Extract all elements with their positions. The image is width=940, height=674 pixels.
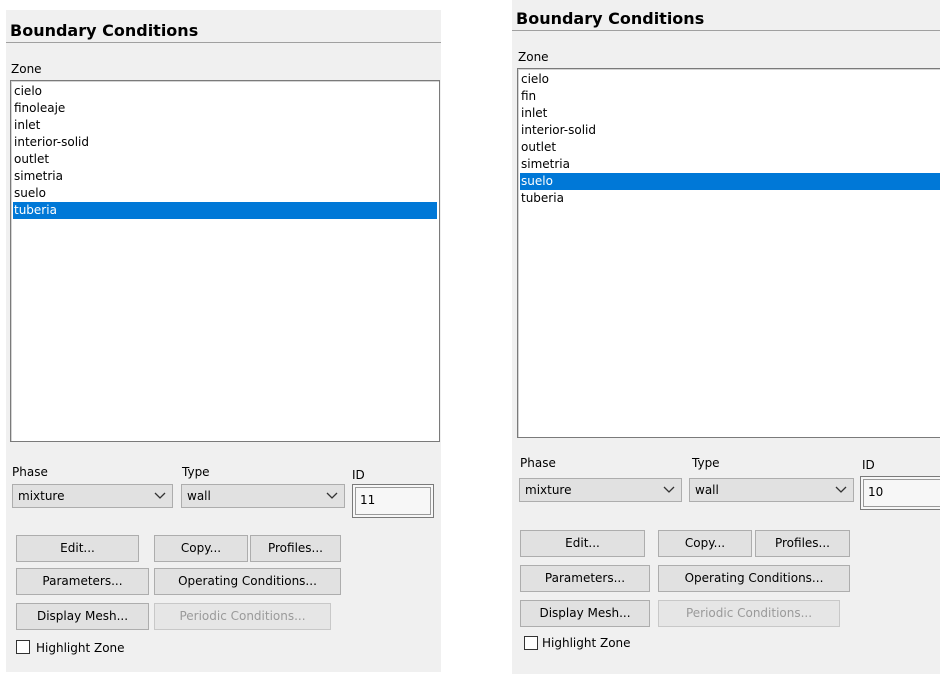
phase-label: Phase [520, 456, 556, 470]
zone-list-item[interactable]: simetria [520, 156, 940, 173]
display-mesh-button[interactable]: Display Mesh... [520, 600, 650, 627]
zone-list-item[interactable]: inlet [520, 105, 940, 122]
highlight-zone-checkbox[interactable] [16, 640, 30, 654]
edit-button[interactable]: Edit... [16, 535, 139, 562]
title-divider [6, 42, 441, 43]
id-value: 11 [360, 493, 376, 507]
zone-list-item[interactable]: tuberia [520, 190, 940, 207]
zone-list-item[interactable]: finoleaje [13, 100, 437, 117]
profiles-button[interactable]: Profiles... [250, 535, 341, 562]
id-label: ID [352, 468, 365, 482]
chevron-down-icon [663, 486, 675, 493]
zone-list-item[interactable]: simetria [13, 168, 437, 185]
panel-title: Boundary Conditions [516, 9, 705, 28]
id-label: ID [862, 458, 875, 472]
highlight-zone-checkbox[interactable] [524, 636, 538, 650]
highlight-zone-label: Highlight Zone [542, 636, 631, 650]
phase-label: Phase [12, 465, 48, 479]
zone-list-item[interactable]: cielo [13, 83, 437, 100]
phase-dropdown[interactable]: mixture [12, 484, 173, 508]
zone-label: Zone [11, 62, 42, 76]
title-divider [512, 30, 940, 31]
zone-list-item[interactable]: tuberia [13, 202, 437, 219]
zone-list-item[interactable]: inlet [13, 117, 437, 134]
zone-list-item[interactable]: interior-solid [13, 134, 437, 151]
chevron-down-icon [326, 492, 338, 499]
periodic-conditions-button: Periodic Conditions... [154, 603, 331, 630]
zone-listbox[interactable]: cielo fin inlet interior-solid outlet simetri… [517, 68, 940, 438]
phase-value: mixture [525, 483, 572, 497]
chevron-down-icon [154, 492, 166, 499]
copy-button[interactable]: Copy... [658, 530, 752, 557]
zone-label: Zone [518, 50, 549, 64]
highlight-zone-label: Highlight Zone [36, 641, 125, 655]
panel-title: Boundary Conditions [10, 21, 199, 40]
operating-conditions-button[interactable]: Operating Conditions... [154, 568, 341, 595]
zone-list-item[interactable]: outlet [520, 139, 940, 156]
type-label: Type [692, 456, 720, 470]
zone-list-item[interactable]: suelo [520, 173, 940, 190]
id-field: 11 [352, 484, 434, 518]
parameters-button[interactable]: Parameters... [16, 568, 149, 595]
copy-button[interactable]: Copy... [154, 535, 248, 562]
edit-button[interactable]: Edit... [520, 530, 645, 557]
id-value: 10 [868, 485, 884, 499]
id-field: 10 [860, 476, 940, 510]
boundary-conditions-panel-1: Boundary Conditions Zone cielo finoleaje i… [6, 10, 441, 672]
boundary-conditions-panel-2: Boundary Conditions Zone cielo fin inlet in… [512, 0, 940, 674]
type-dropdown[interactable]: wall [689, 478, 854, 502]
type-label: Type [182, 465, 210, 479]
profiles-button[interactable]: Profiles... [755, 530, 850, 557]
periodic-conditions-button: Periodic Conditions... [658, 600, 840, 627]
phase-value: mixture [18, 489, 65, 503]
type-value: wall [187, 489, 211, 503]
zone-list-item[interactable]: cielo [520, 71, 940, 88]
phase-dropdown[interactable]: mixture [519, 478, 682, 502]
zone-list-item[interactable]: outlet [13, 151, 437, 168]
zone-listbox[interactable]: cielo finoleaje inlet interior-solid outlet s… [10, 80, 440, 442]
parameters-button[interactable]: Parameters... [520, 565, 650, 592]
type-value: wall [695, 483, 719, 497]
zone-list-item[interactable]: suelo [13, 185, 437, 202]
zone-list-item[interactable]: fin [520, 88, 940, 105]
type-dropdown[interactable]: wall [181, 484, 345, 508]
zone-list-item[interactable]: interior-solid [520, 122, 940, 139]
chevron-down-icon [835, 486, 847, 493]
operating-conditions-button[interactable]: Operating Conditions... [658, 565, 850, 592]
display-mesh-button[interactable]: Display Mesh... [16, 603, 149, 630]
